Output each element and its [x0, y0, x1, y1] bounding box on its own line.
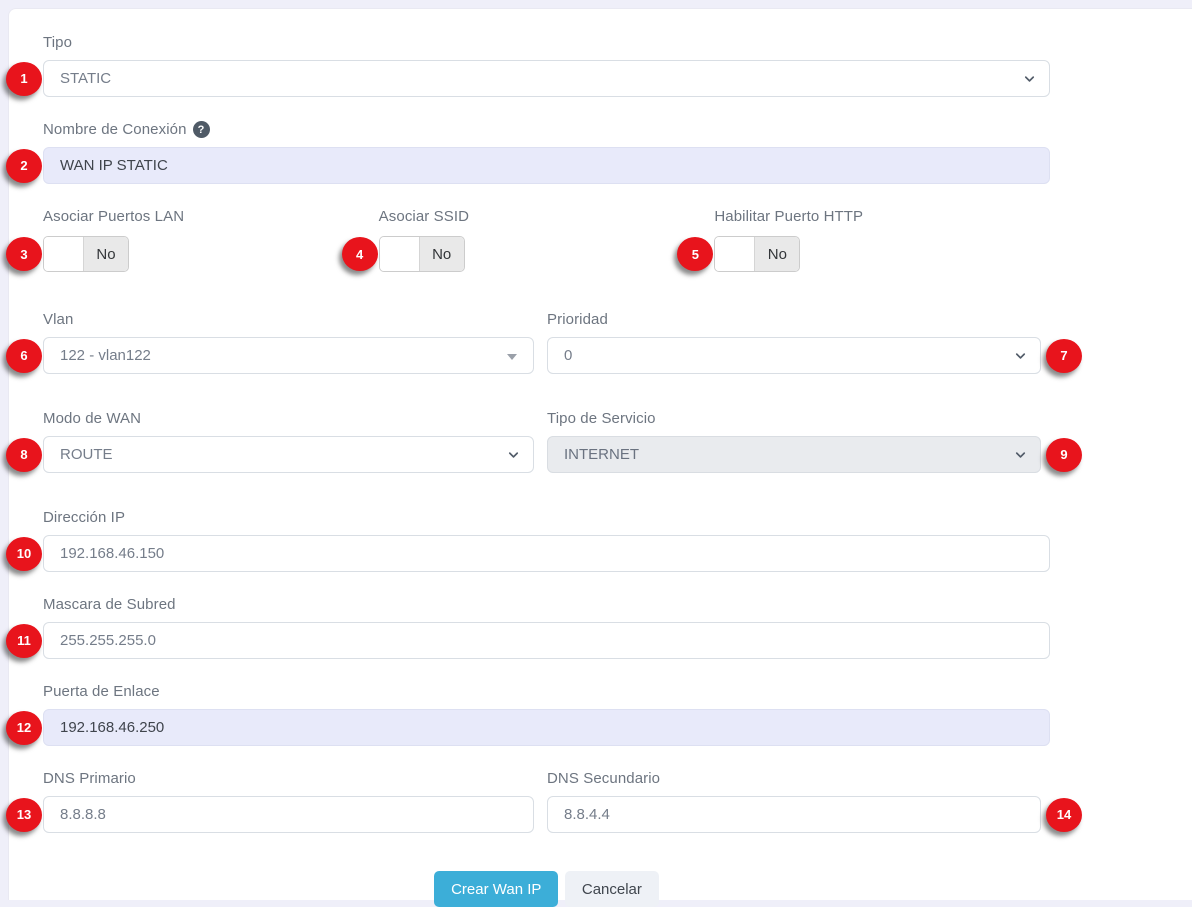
- toggle-state-label: No: [84, 237, 128, 271]
- mascara-subred-input[interactable]: [43, 622, 1050, 659]
- tipo-servicio-select: INTERNET: [547, 436, 1041, 473]
- step-badge-10: 10: [6, 537, 42, 571]
- triangle-down-icon: [507, 354, 517, 360]
- form-group-dns-primario: DNS Primario 13: [43, 770, 534, 833]
- step-badge-9: 9: [1046, 438, 1082, 472]
- step-badge-13: 13: [6, 798, 42, 832]
- form-group-mascara-subred: Mascara de Subred 11: [43, 596, 1050, 659]
- form-group-dns-secundario: DNS Secundario 14: [547, 770, 1041, 833]
- help-icon[interactable]: ?: [193, 121, 210, 138]
- wan-ip-form: Tipo 1 STATIC Nombre de Conexión ? 2: [9, 9, 1050, 907]
- dns-primario-label: DNS Primario: [43, 770, 534, 787]
- toggle-state-label: No: [420, 237, 464, 271]
- puerta-enlace-label: Puerta de Enlace: [43, 683, 1050, 700]
- step-badge-1: 1: [6, 62, 42, 96]
- vlan-label: Vlan: [43, 311, 534, 328]
- form-group-tipo: Tipo 1 STATIC: [43, 34, 1050, 97]
- form-group-modo-wan: Modo de WAN 8 ROUTE: [43, 410, 534, 473]
- tipo-select-value: STATIC: [60, 70, 111, 87]
- step-badge-3: 3: [6, 237, 42, 271]
- mascara-subred-label: Mascara de Subred: [43, 596, 1050, 613]
- chevron-down-icon: [1022, 71, 1037, 86]
- asociar-puertos-lan-label: Asociar Puertos LAN: [43, 208, 379, 225]
- step-badge-12: 12: [6, 711, 42, 745]
- form-group-tipo-servicio: Tipo de Servicio INTERNET 9: [547, 410, 1041, 473]
- tipo-label: Tipo: [43, 34, 1050, 51]
- prioridad-label: Prioridad: [547, 311, 1041, 328]
- form-group-prioridad: Prioridad 0 7: [547, 311, 1041, 374]
- chevron-down-icon: [1013, 348, 1028, 363]
- step-badge-2: 2: [6, 149, 42, 183]
- direccion-ip-label: Dirección IP: [43, 509, 1050, 526]
- tipo-servicio-label: Tipo de Servicio: [547, 410, 1041, 427]
- tipo-servicio-select-value: INTERNET: [564, 446, 639, 463]
- prioridad-select-value: 0: [564, 347, 572, 364]
- direccion-ip-input[interactable]: [43, 535, 1050, 572]
- asociar-puertos-lan-toggle[interactable]: No: [43, 236, 129, 272]
- modo-wan-select-value: ROUTE: [60, 446, 113, 463]
- step-badge-6: 6: [6, 339, 42, 373]
- step-badge-14: 14: [1046, 798, 1082, 832]
- vlan-select-value: 122 - vlan122: [60, 347, 151, 364]
- form-group-nombre-conexion: Nombre de Conexión ? 2: [43, 121, 1050, 184]
- form-group-direccion-ip: Dirección IP 10: [43, 509, 1050, 572]
- tipo-select[interactable]: STATIC: [43, 60, 1050, 97]
- modo-wan-label: Modo de WAN: [43, 410, 534, 427]
- step-badge-5: 5: [677, 237, 713, 271]
- asociar-ssid-toggle[interactable]: No: [379, 236, 465, 272]
- cancelar-button[interactable]: Cancelar: [565, 871, 659, 907]
- form-actions: Crear Wan IP Cancelar: [43, 871, 1050, 907]
- dns-secundario-label: DNS Secundario: [547, 770, 1041, 787]
- chevron-down-icon: [1013, 447, 1028, 462]
- toggles-row: Asociar Puertos LAN 3 No Asociar SSID 4 …: [43, 208, 1050, 276]
- dns-secundario-input[interactable]: [547, 796, 1041, 833]
- toggle-state-label: No: [755, 237, 799, 271]
- habilitar-puerto-http-label: Habilitar Puerto HTTP: [714, 208, 1050, 225]
- toggle-handle: [380, 237, 420, 271]
- asociar-ssid-label: Asociar SSID: [379, 208, 715, 225]
- form-group-puerta-enlace: Puerta de Enlace 12: [43, 683, 1050, 746]
- dns-row: DNS Primario 13 DNS Secundario 14: [43, 770, 1050, 833]
- puerta-enlace-input[interactable]: [43, 709, 1050, 746]
- modo-servicio-row: Modo de WAN 8 ROUTE Tipo de Servicio INT…: [43, 410, 1050, 473]
- form-card: Tipo 1 STATIC Nombre de Conexión ? 2: [8, 8, 1192, 900]
- nombre-conexion-label: Nombre de Conexión ?: [43, 121, 1050, 138]
- vlan-prioridad-row: Vlan 6 122 - vlan122 Prioridad 0: [43, 311, 1050, 374]
- form-group-asociar-ssid: Asociar SSID 4 No: [379, 208, 715, 276]
- crear-wan-ip-button[interactable]: Crear Wan IP: [434, 871, 558, 907]
- toggle-handle: [715, 237, 755, 271]
- modo-wan-select[interactable]: ROUTE: [43, 436, 534, 473]
- chevron-down-icon: [506, 447, 521, 462]
- form-group-asociar-puertos-lan: Asociar Puertos LAN 3 No: [43, 208, 379, 276]
- prioridad-select[interactable]: 0: [547, 337, 1041, 374]
- step-badge-11: 11: [6, 624, 42, 658]
- step-badge-4: 4: [342, 237, 378, 271]
- dns-primario-input[interactable]: [43, 796, 534, 833]
- step-badge-8: 8: [6, 438, 42, 472]
- habilitar-puerto-http-toggle[interactable]: No: [714, 236, 800, 272]
- step-badge-7: 7: [1046, 339, 1082, 373]
- toggle-handle: [44, 237, 84, 271]
- form-group-vlan: Vlan 6 122 - vlan122: [43, 311, 534, 374]
- nombre-conexion-input[interactable]: [43, 147, 1050, 184]
- vlan-select[interactable]: 122 - vlan122: [43, 337, 534, 374]
- form-group-habilitar-puerto-http: Habilitar Puerto HTTP 5 No: [714, 208, 1050, 276]
